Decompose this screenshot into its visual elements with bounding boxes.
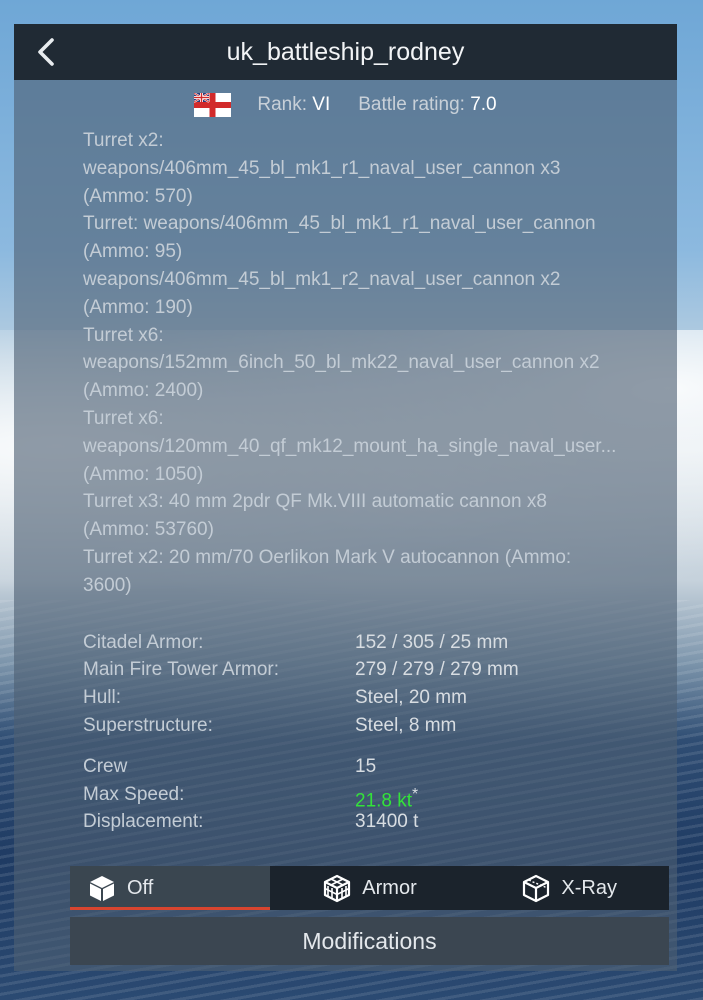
uk-naval-ensign-flag-icon bbox=[194, 93, 232, 117]
displacement-label: Displacement: bbox=[83, 811, 204, 833]
stat-row: Main Fire Tower Armor: 279 / 279 / 279 m… bbox=[83, 656, 677, 684]
stat-row: Hull: Steel, 20 mm bbox=[83, 684, 677, 712]
crew-label: Crew bbox=[83, 755, 128, 777]
tab-armor-label: Armor bbox=[362, 876, 417, 899]
weapon-line: Turret: weapons/406mm_45_bl_mk1_r1_naval… bbox=[83, 213, 596, 235]
weapon-line: 3600) bbox=[83, 574, 132, 596]
stat-row: Displacement: 31400 t bbox=[83, 808, 677, 836]
weapon-line: Turret x2: bbox=[83, 130, 164, 151]
title-bar: uk_battleship_rodney bbox=[14, 24, 677, 80]
hull-label: Hull: bbox=[83, 687, 122, 709]
armor-cube-icon bbox=[324, 874, 351, 903]
battle-rating-label: Battle rating: bbox=[358, 94, 465, 115]
xray-cube-icon bbox=[523, 874, 550, 903]
tab-off[interactable]: Off bbox=[70, 866, 270, 910]
weapons-list: Turret x2: weapons/406mm_45_bl_mk1_r1_na… bbox=[83, 127, 653, 600]
stat-row: Superstructure: Steel, 8 mm bbox=[83, 712, 677, 740]
vehicle-specs: Crew 15 Max Speed: 21.8 kt* Displacement… bbox=[83, 753, 677, 836]
superstructure-label: Superstructure: bbox=[83, 714, 213, 736]
hull-value: Steel, 20 mm bbox=[355, 687, 467, 709]
max-speed-label: Max Speed: bbox=[83, 783, 185, 805]
weapon-line: (Ammo: 95) bbox=[83, 241, 183, 263]
citadel-armor-label: Citadel Armor: bbox=[83, 631, 204, 653]
vehicle-title: uk_battleship_rodney bbox=[226, 37, 465, 66]
weapon-line: (Ammo: 190) bbox=[83, 296, 193, 318]
modifications-button[interactable]: Modifications bbox=[70, 917, 669, 965]
main-fire-tower-armor-value: 279 / 279 / 279 mm bbox=[355, 659, 519, 681]
stat-row: Max Speed: 21.8 kt* bbox=[83, 781, 677, 811]
rank-row: Rank: VI Battle rating: 7.0 bbox=[14, 93, 677, 117]
weapon-line: Turret x6: bbox=[83, 407, 164, 429]
max-speed-value-group: 21.8 kt* bbox=[355, 781, 419, 811]
weapon-line: Turret x6: bbox=[83, 324, 164, 346]
vehicle-info-panel: uk_battleship_rodney Rank: VI Battle rat… bbox=[14, 24, 677, 971]
rank-label: Rank: bbox=[257, 94, 308, 115]
citadel-armor-value: 152 / 305 / 25 mm bbox=[355, 631, 509, 653]
weapon-line: weapons/406mm_45_bl_mk1_r2_naval_user_ca… bbox=[83, 268, 561, 290]
weapon-line: weapons/152mm_6inch_50_bl_mk22_naval_use… bbox=[83, 352, 600, 374]
tab-xray-label: X-Ray bbox=[561, 876, 617, 899]
armor-stats: Citadel Armor: 152 / 305 / 25 mm Main Fi… bbox=[83, 629, 677, 740]
weapon-line: Turret x3: 40 mm 2pdr QF Mk.VIII automat… bbox=[83, 491, 547, 513]
cube-icon bbox=[90, 876, 114, 901]
weapon-line: weapons/406mm_45_bl_mk1_r1_naval_user_ca… bbox=[83, 157, 561, 179]
stat-row: Crew 15 bbox=[83, 753, 677, 781]
displacement-value: 31400 t bbox=[355, 811, 419, 833]
battle-rating-value: 7.0 bbox=[470, 94, 497, 115]
max-speed-footnote-mark: * bbox=[412, 785, 419, 803]
chevron-left-icon bbox=[38, 38, 54, 66]
weapon-line: (Ammo: 53760) bbox=[83, 519, 214, 541]
back-button[interactable] bbox=[28, 34, 64, 70]
superstructure-value: Steel, 8 mm bbox=[355, 714, 457, 736]
weapon-line: (Ammo: 570) bbox=[83, 185, 193, 207]
crew-value: 15 bbox=[355, 755, 377, 777]
weapon-line: weapons/120mm_40_qf_mk12_mount_ha_single… bbox=[83, 435, 617, 457]
tab-xray[interactable]: X-Ray bbox=[469, 866, 669, 910]
view-mode-tabs: Off Armor X-Ray bbox=[70, 866, 669, 910]
weapon-line: Turret x2: 20 mm/70 Oerlikon Mark V auto… bbox=[83, 546, 572, 568]
tab-armor[interactable]: Armor bbox=[270, 866, 470, 910]
tab-off-label: Off bbox=[127, 876, 154, 899]
weapon-line: (Ammo: 2400) bbox=[83, 380, 204, 402]
weapon-line: (Ammo: 1050) bbox=[83, 463, 204, 485]
stat-row: Citadel Armor: 152 / 305 / 25 mm bbox=[83, 629, 677, 657]
main-fire-tower-armor-label: Main Fire Tower Armor: bbox=[83, 659, 280, 681]
rank-value: VI bbox=[312, 94, 331, 115]
